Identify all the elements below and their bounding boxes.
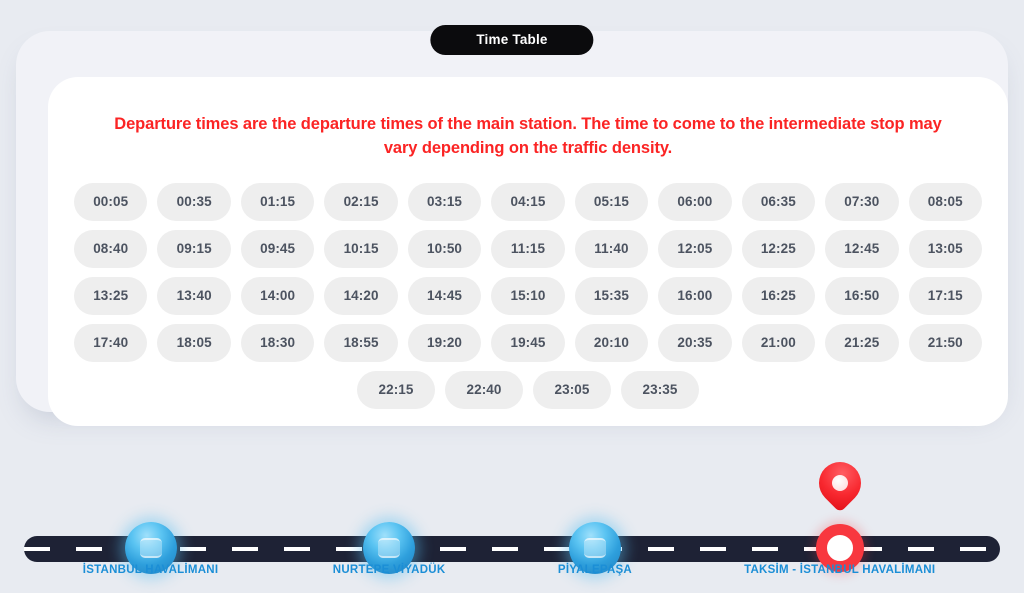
departure-time-chip[interactable]: 19:20 — [407, 323, 482, 362]
departure-time-chip[interactable]: 12:05 — [658, 229, 732, 268]
time-row: 17:40 18:05 18:30 18:55 19:20 19:45 20:10 20:35… — [74, 323, 982, 362]
time-row: 00:05 00:35 01:15 02:15 03:15 04:15 05:15 06:00… — [74, 182, 982, 221]
departure-time-chip[interactable]: 22:15 — [357, 370, 435, 409]
departure-time-chip[interactable]: 05:15 — [574, 182, 649, 221]
departure-time-chip[interactable]: 16:00 — [658, 276, 732, 315]
departure-time-chip[interactable]: 22:40 — [445, 370, 523, 409]
departure-time-chip[interactable]: 18:30 — [240, 323, 315, 362]
departure-time-chip[interactable]: 20:10 — [574, 323, 649, 362]
departure-time-chip[interactable]: 21:50 — [908, 323, 982, 362]
departure-time-chip[interactable]: 08:40 — [74, 229, 148, 268]
map-pin-icon — [809, 453, 870, 518]
departure-time-chip[interactable]: 23:35 — [621, 370, 699, 409]
departure-time-chip[interactable]: 16:25 — [741, 276, 816, 315]
departure-time-chip[interactable]: 06:35 — [741, 182, 816, 221]
departure-time-chip[interactable]: 03:15 — [407, 182, 482, 221]
departure-time-chip[interactable]: 00:05 — [74, 182, 148, 221]
departure-time-chip[interactable]: 14:20 — [324, 276, 398, 315]
departure-time-chip[interactable]: 14:00 — [240, 276, 315, 315]
route-stop-label: TAKSİM - İSTANBUL HAVALİMANI — [744, 564, 936, 576]
departure-time-chip[interactable]: 18:55 — [324, 323, 398, 362]
departure-time-chip[interactable]: 13:40 — [157, 276, 231, 315]
departure-time-chip[interactable]: 01:15 — [240, 182, 315, 221]
timetable-outer-panel: Departure times are the departure times … — [16, 31, 1008, 426]
departure-time-chip[interactable]: 21:00 — [741, 323, 816, 362]
departure-time-chip[interactable]: 15:35 — [574, 276, 649, 315]
time-row: 22:15 22:40 23:05 23:35 — [74, 370, 982, 409]
departure-time-chip[interactable]: 23:05 — [533, 370, 611, 409]
departure-time-chip[interactable]: 14:45 — [407, 276, 482, 315]
route-stop-label: PİYALEPAŞA — [557, 564, 632, 576]
departure-time-chip[interactable]: 04:15 — [491, 182, 565, 221]
departure-time-chip[interactable]: 09:45 — [240, 229, 315, 268]
departure-time-chip[interactable]: 17:15 — [908, 276, 982, 315]
departure-time-chip[interactable]: 13:05 — [908, 229, 982, 268]
departure-time-chip[interactable]: 08:05 — [908, 182, 982, 221]
departure-time-chip[interactable]: 07:30 — [825, 182, 899, 221]
page-title-badge: Time Table — [430, 25, 594, 55]
departure-time-chip[interactable]: 18:05 — [157, 323, 231, 362]
departure-times-grid: 00:05 00:35 01:15 02:15 03:15 04:15 05:15 06:00… — [48, 161, 1008, 409]
timetable-card: Departure times are the departure times … — [48, 77, 1008, 426]
departure-time-chip[interactable]: 20:35 — [658, 323, 732, 362]
departure-time-chip[interactable]: 15:10 — [491, 276, 565, 315]
time-row: 08:40 09:15 09:45 10:15 10:50 11:15 11:40 12:05… — [74, 229, 982, 268]
departure-time-chip[interactable]: 10:15 — [324, 229, 398, 268]
departure-time-chip[interactable]: 17:40 — [74, 323, 148, 362]
departure-notice: Departure times are the departure times … — [114, 115, 942, 157]
departure-time-chip[interactable]: 02:15 — [324, 182, 398, 221]
departure-time-chip[interactable]: 19:45 — [491, 323, 565, 362]
departure-time-chip[interactable]: 00:35 — [157, 182, 231, 221]
time-row: 13:25 13:40 14:00 14:20 14:45 15:10 15:35 16:00… — [74, 276, 982, 315]
departure-time-chip[interactable]: 13:25 — [74, 276, 148, 315]
departure-time-chip[interactable]: 10:50 — [407, 229, 482, 268]
route-stop-label: NURTEPE VİYADÜK — [332, 564, 446, 576]
route-stop-label: İSTANBUL HAVALİMANI — [82, 564, 219, 576]
departure-time-chip[interactable]: 16:50 — [825, 276, 899, 315]
departure-time-chip[interactable]: 21:25 — [825, 323, 899, 362]
departure-time-chip[interactable]: 12:25 — [741, 229, 816, 268]
departure-time-chip[interactable]: 11:40 — [574, 229, 649, 268]
departure-time-chip[interactable]: 06:00 — [658, 182, 732, 221]
route-map: İSTANBUL HAVALİMANI NURTEPE VİYADÜK PİYALE… — [0, 412, 1024, 593]
departure-time-chip[interactable]: 09:15 — [157, 229, 231, 268]
departure-time-chip[interactable]: 11:15 — [491, 229, 565, 268]
departure-time-chip[interactable]: 12:45 — [825, 229, 899, 268]
